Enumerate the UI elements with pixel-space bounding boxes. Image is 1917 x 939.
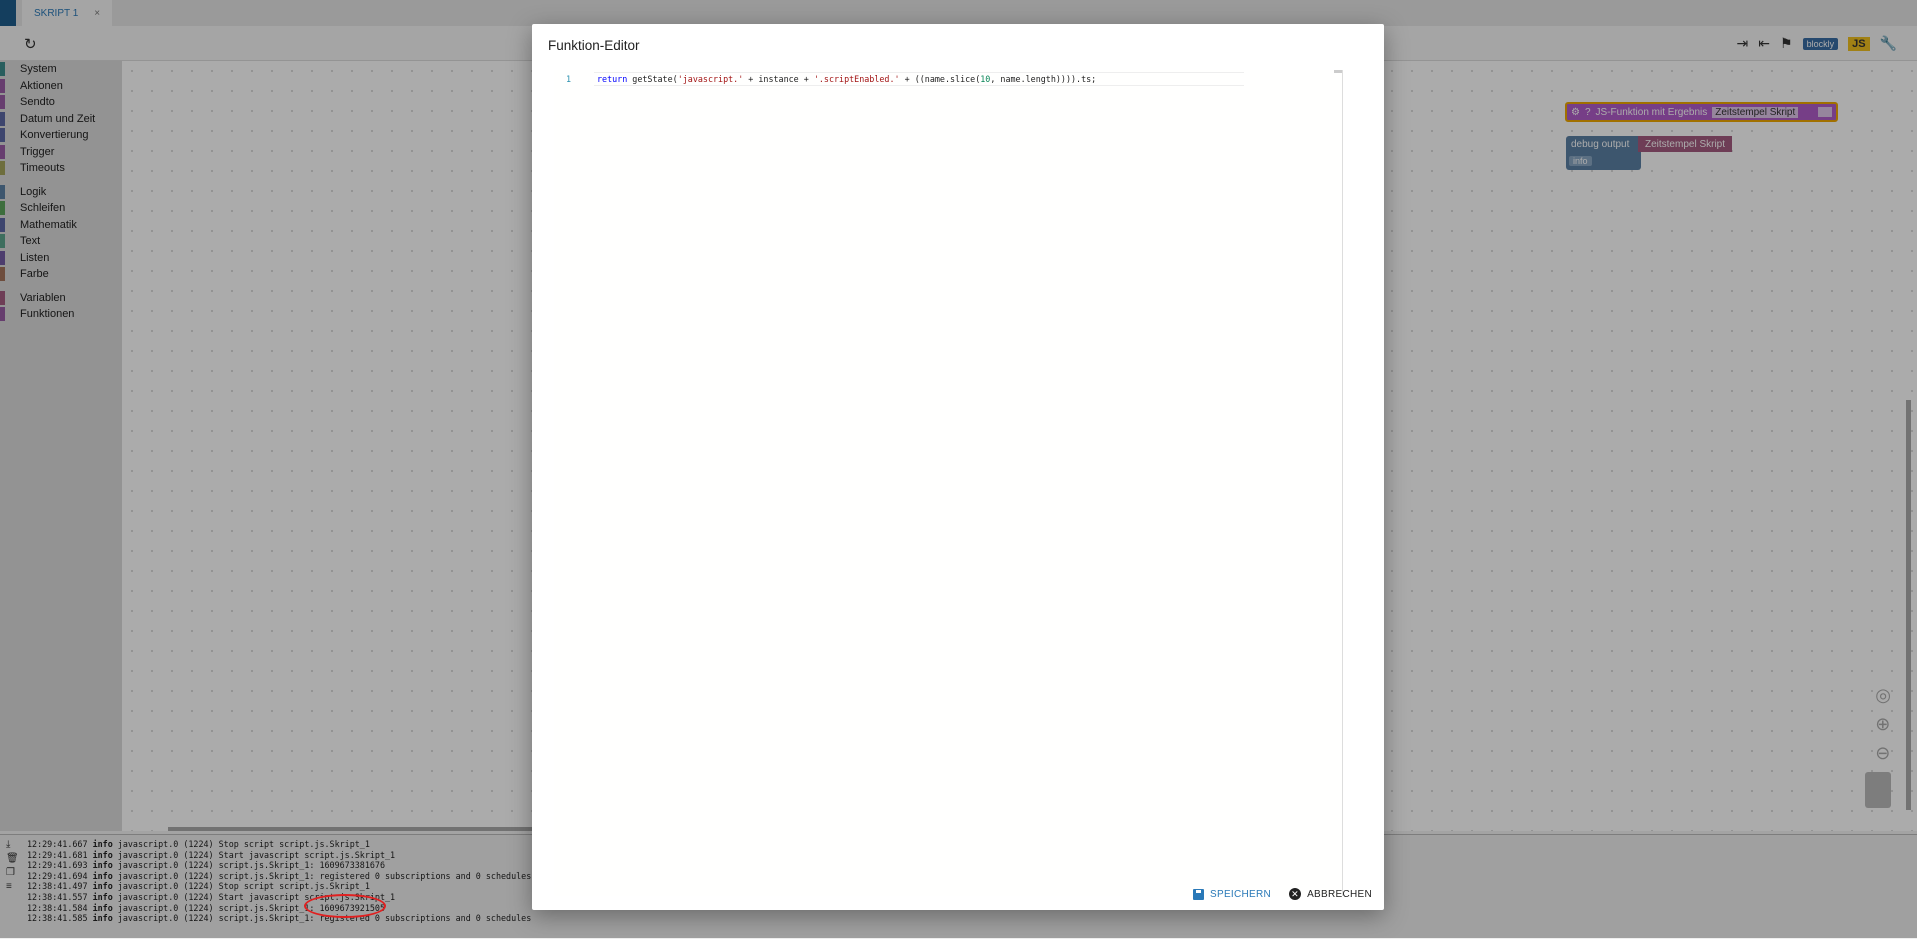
code-line[interactable]: return getState('javascript.' + instance… — [597, 74, 1096, 84]
function-editor-dialog: Funktion-Editor 1 return getState('javas… — [532, 24, 1384, 910]
cancel-button-label: ABBRECHEN — [1307, 888, 1372, 900]
close-icon: ✕ — [1289, 888, 1302, 900]
save-button-label: SPEICHERN — [1210, 888, 1272, 900]
save-icon — [1193, 888, 1205, 900]
line-number: 1 — [566, 74, 572, 84]
save-button[interactable]: SPEICHERN — [1193, 888, 1272, 900]
highlight-annotation — [304, 894, 386, 918]
code-editor[interactable]: 1 return getState('javascript.' + instan… — [554, 70, 1343, 896]
cancel-button[interactable]: ✕ ABBRECHEN — [1289, 888, 1372, 900]
editor-scrollbar[interactable] — [1334, 70, 1342, 73]
dialog-title: Funktion-Editor — [548, 38, 640, 53]
dialog-actions: SPEICHERN ✕ ABBRECHEN — [1193, 888, 1372, 900]
